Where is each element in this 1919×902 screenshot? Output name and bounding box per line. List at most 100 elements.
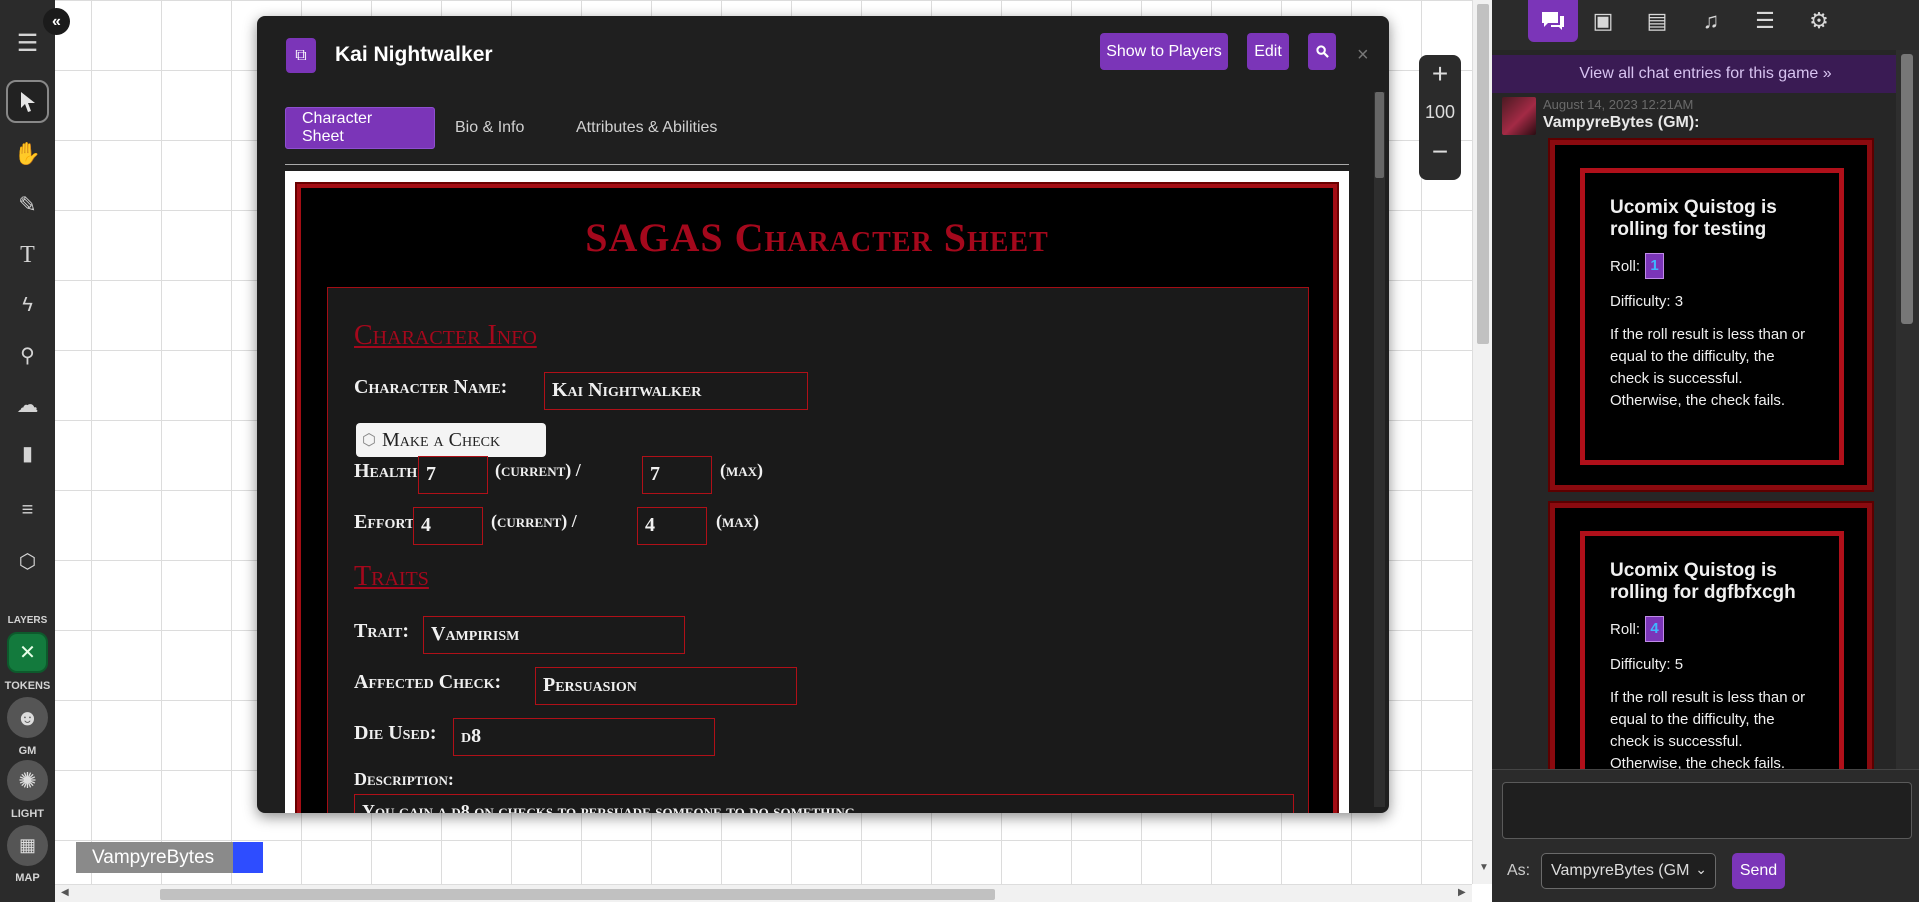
tokens-label: TOKENS: [4, 680, 51, 692]
effort-max-field[interactable]: 4: [637, 507, 707, 545]
player-color-swatch[interactable]: [233, 842, 263, 873]
max-suffix: (max): [720, 460, 764, 480]
sheet-frame: SAGAS Character Sheet Character Info Cha…: [285, 171, 1349, 813]
roll-template: Ucomix Quistog is rolling for dgfbfxcgh …: [1580, 531, 1844, 769]
die-used-field[interactable]: d8: [453, 718, 715, 756]
difficulty-line: Difficulty: 5: [1610, 656, 1684, 673]
max-suffix: (max): [716, 511, 760, 531]
make-check-button[interactable]: ⬡ Make a Check: [356, 423, 546, 457]
chat-icon[interactable]: [1528, 0, 1578, 42]
measure-icon[interactable]: ⚲: [6, 334, 49, 377]
sheet-title: SAGAS Character Sheet: [585, 215, 1049, 260]
search-button[interactable]: [1308, 33, 1336, 70]
roll-title: Ucomix Quistog is rolling for testing: [1610, 197, 1777, 240]
description-label: Description:: [354, 769, 454, 789]
show-to-players-button[interactable]: Show to Players: [1100, 33, 1228, 70]
tokens-layer-button[interactable]: ✕: [7, 632, 48, 673]
layers-label: LAYERS: [7, 615, 48, 626]
menu-icon[interactable]: ☰: [6, 22, 49, 65]
character-name-field[interactable]: Kai Nightwalker: [544, 372, 808, 410]
pan-icon[interactable]: ✋: [6, 132, 49, 175]
dialog-scrollbar[interactable]: [1374, 92, 1385, 807]
health-max-field[interactable]: 7: [642, 456, 712, 494]
fog-icon[interactable]: ☁: [6, 383, 49, 426]
message-author: VampyreBytes (GM):: [1543, 114, 1700, 131]
light-layer-button[interactable]: ✺: [7, 760, 48, 801]
scrollbar-thumb[interactable]: [160, 889, 995, 900]
light-label: LIGHT: [11, 808, 44, 820]
affected-check-field[interactable]: Persuasion: [535, 667, 797, 705]
tab-bio-info[interactable]: Bio & Info: [439, 107, 540, 149]
view-all-chat-link[interactable]: View all chat entries for this game »: [1492, 55, 1919, 93]
scrollbar-thumb[interactable]: [1901, 54, 1913, 324]
effort-current-field[interactable]: 4: [413, 507, 483, 545]
zoom-level: 100: [1424, 102, 1456, 122]
roll-template: Ucomix Quistog is rolling for testing Ro…: [1580, 168, 1844, 465]
roll-label: Roll:: [1610, 620, 1641, 638]
dice-icon[interactable]: ⬡: [6, 540, 49, 583]
roll-title: Ucomix Quistog is rolling for dgfbfxcgh: [1610, 560, 1796, 603]
collections-icon[interactable]: ☰: [1740, 0, 1790, 42]
map-label: MAP: [15, 872, 40, 884]
roll-result-line: Roll: 1: [1610, 253, 1814, 279]
fx-icon[interactable]: ϟ: [6, 284, 49, 327]
turn-order-icon[interactable]: ≡: [6, 489, 49, 532]
collapse-toolbar-button[interactable]: «: [43, 8, 70, 35]
player-badge[interactable]: VampyreBytes: [76, 842, 263, 873]
character-info-heading: Character Info: [354, 320, 537, 351]
sheet-body: Character Info Character Name: Kai Night…: [327, 287, 1309, 813]
trait-field[interactable]: Vampirism: [423, 616, 685, 654]
d20-icon: ⬡: [362, 432, 376, 449]
settings-icon[interactable]: ⚙: [1794, 0, 1844, 42]
map-layer-icon: ▦: [18, 835, 36, 855]
gear-light-icon: ✺: [18, 767, 37, 793]
jukebox-icon[interactable]: ♫: [1686, 0, 1736, 42]
scroll-right-icon[interactable]: ▶: [1458, 887, 1466, 898]
scroll-left-icon[interactable]: ◀: [61, 887, 69, 898]
canvas-vertical-scrollbar[interactable]: ▼: [1472, 0, 1492, 884]
gm-layer-button[interactable]: ☻: [7, 697, 48, 738]
chat-log: August 14, 2023 12:21AM VampyreBytes (GM…: [1492, 93, 1919, 769]
message-timestamp: August 14, 2023 12:21AM: [1543, 97, 1694, 112]
draw-icon[interactable]: ✎: [6, 183, 49, 226]
roll-value[interactable]: 4: [1645, 616, 1665, 642]
chat-input[interactable]: [1502, 782, 1912, 839]
search-icon: [1315, 45, 1329, 58]
health-label: Health:: [354, 460, 424, 482]
canvas-horizontal-scrollbar[interactable]: ◀ ▶: [55, 884, 1472, 902]
player-name: VampyreBytes: [76, 842, 233, 873]
scrollbar-thumb[interactable]: [1477, 4, 1489, 344]
scroll-down-icon[interactable]: ▼: [1479, 862, 1489, 873]
journal-icon[interactable]: ▤: [1632, 0, 1682, 42]
zoom-control: + 100 −: [1419, 55, 1461, 180]
text-icon[interactable]: T: [6, 234, 49, 277]
speak-as-select[interactable]: VampyreBytes (GM ⌄: [1541, 853, 1716, 889]
scrollbar-thumb[interactable]: [1375, 92, 1384, 178]
zoom-out-button[interactable]: −: [1419, 133, 1461, 171]
left-toolbar: ☰ ✋ ✎ T ϟ ⚲ ☁ ▮ ≡ ⬡ LAYERS ✕ TOKENS ☻ GM…: [0, 0, 55, 902]
tokens-layer-icon: ✕: [19, 642, 36, 664]
difficulty-line: Difficulty: 3: [1610, 293, 1684, 310]
popout-icon[interactable]: ⧉: [286, 38, 316, 73]
traits-heading: Traits: [354, 561, 429, 592]
send-button[interactable]: Send: [1732, 853, 1785, 889]
health-current-field[interactable]: 7: [418, 456, 488, 494]
close-button[interactable]: ×: [1357, 44, 1369, 67]
affected-check-label: Affected Check:: [354, 671, 502, 693]
double-chevron-left-icon: «: [52, 12, 61, 30]
tab-character-sheet[interactable]: Character Sheet: [285, 107, 435, 149]
map-layer-button[interactable]: ▦: [7, 825, 48, 866]
tab-attributes-abilities[interactable]: Attributes & Abilities: [560, 107, 733, 149]
chat-compose: As: VampyreBytes (GM ⌄ Send: [1492, 769, 1919, 902]
select-icon[interactable]: [6, 80, 49, 123]
description-field[interactable]: You gain a d8 on checks to persuade some…: [354, 794, 1294, 813]
art-library-icon[interactable]: ▣: [1578, 0, 1628, 42]
edit-button[interactable]: Edit: [1247, 33, 1289, 70]
make-check-label: Make a Check: [381, 428, 501, 451]
roll-value[interactable]: 1: [1645, 253, 1665, 279]
chat-scrollbar[interactable]: [1896, 50, 1919, 769]
effort-label: Effort:: [354, 511, 421, 533]
ruler-icon[interactable]: ▮: [6, 432, 49, 475]
zoom-in-button[interactable]: +: [1419, 55, 1461, 93]
roll-description: If the roll result is less than or equal…: [1610, 326, 1806, 409]
